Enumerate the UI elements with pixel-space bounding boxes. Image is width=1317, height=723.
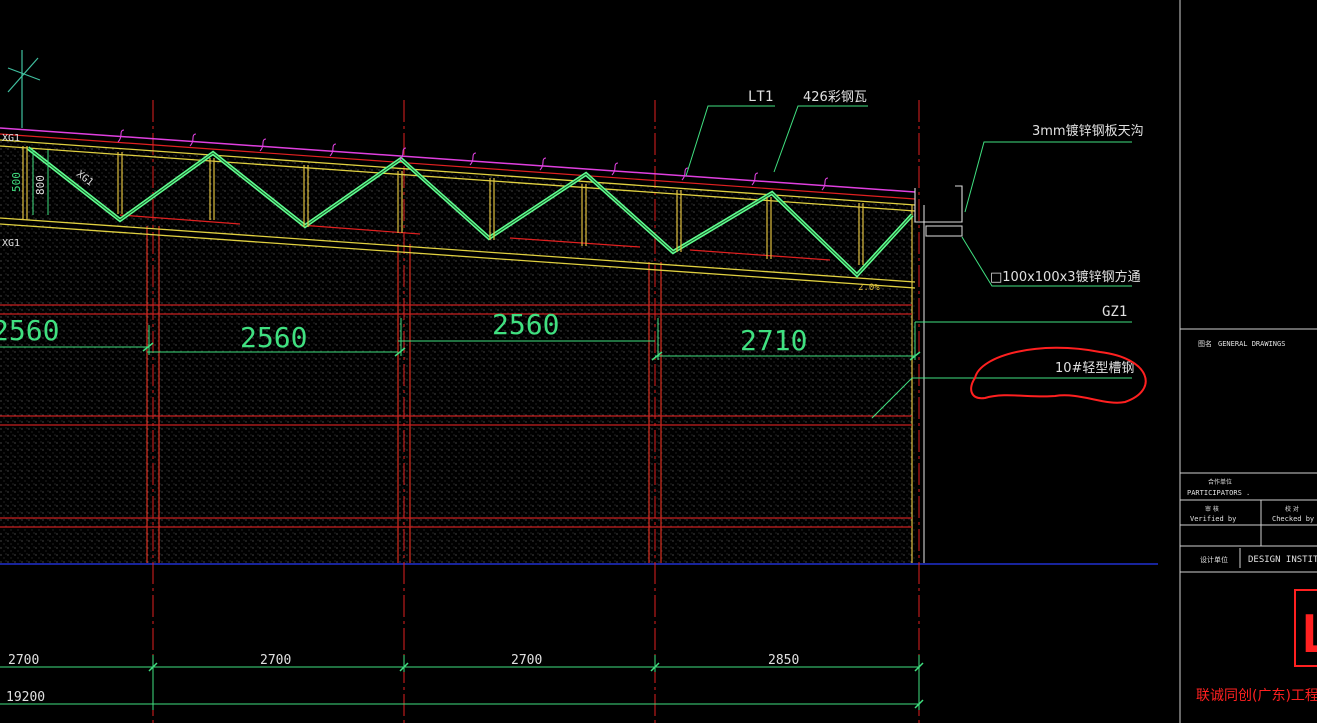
callout-roof-sheet: 426彩钢瓦 xyxy=(803,90,867,105)
total-dim: 19200 xyxy=(6,690,45,705)
panel-dim-2: 2560 xyxy=(240,321,307,354)
drawing-label-cn: 图名 xyxy=(1198,339,1212,348)
panel-dim-4: 2710 xyxy=(740,324,807,357)
checked-cn: 校 对 xyxy=(1285,505,1299,513)
callout-channel-steel: 10#轻型槽钢 xyxy=(1055,361,1134,376)
company-logo-letter: L xyxy=(1300,605,1317,665)
company-name: 联诚同创(广东)工程设 xyxy=(1196,688,1317,704)
axis-dim-1: 2700 xyxy=(8,653,39,668)
axis-dim-4: 2850 xyxy=(768,653,799,668)
checked-en: Checked by xyxy=(1272,515,1314,523)
drawing-label-en: GENERAL DRAWINGS xyxy=(1218,340,1285,348)
cad-drawing-canvas[interactable]: 500 800 XG1 XG1 XG1 2.0% 2560 2560 2560 … xyxy=(0,0,1317,723)
verified-cn: 审 核 xyxy=(1205,505,1219,513)
xg1-top-label: XG1 xyxy=(2,133,20,144)
panel-dim-1: 2560 xyxy=(0,314,59,347)
design-unit-cn: 设计单位 xyxy=(1200,555,1228,564)
slope-note: 2.0% xyxy=(858,283,880,293)
title-block xyxy=(1179,0,1317,723)
callout-square-tube: □100x100x3镀锌钢方通 xyxy=(990,269,1141,285)
callout-gz1: GZ1 xyxy=(1102,304,1127,320)
xg1-bottom-label: XG1 xyxy=(2,238,20,249)
origin-cross-marker xyxy=(7,50,41,128)
callout-lt1: LT1 xyxy=(748,89,773,105)
participants-cn: 合作单位 xyxy=(1208,478,1232,486)
gutter-detail xyxy=(914,185,963,237)
callout-gutter: 3mm镀锌钢板天沟 xyxy=(1032,123,1144,139)
design-institute: DESIGN INSTITU xyxy=(1248,555,1317,565)
verified-en: Verified by xyxy=(1190,515,1236,523)
axis-dim-3: 2700 xyxy=(511,653,542,668)
participants-en: PARTICIPATORS . xyxy=(1187,489,1250,497)
axis-dim-ticks xyxy=(148,662,924,709)
axis-dim-2: 2700 xyxy=(260,653,291,668)
dim-500-text: 500 xyxy=(10,172,23,192)
wall-infill xyxy=(0,222,915,563)
panel-dim-3: 2560 xyxy=(492,308,559,341)
dim-800-text: 800 xyxy=(34,175,47,195)
